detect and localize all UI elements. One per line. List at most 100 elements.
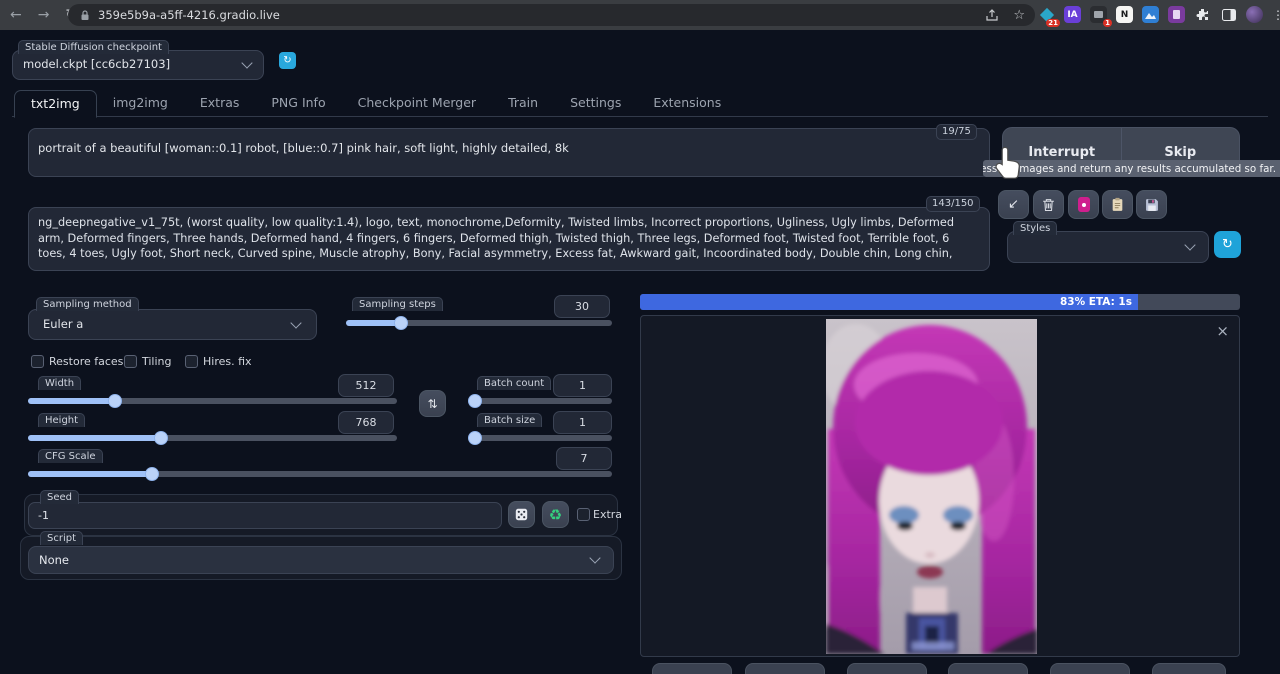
batch-size-slider[interactable] bbox=[468, 435, 612, 441]
extension-capture-icon[interactable]: 1 bbox=[1090, 6, 1107, 23]
dice-icon bbox=[515, 508, 528, 521]
output-gallery: × bbox=[640, 315, 1240, 657]
close-icon[interactable]: × bbox=[1216, 324, 1229, 339]
slider-handle[interactable] bbox=[154, 431, 168, 445]
tab-png-info[interactable]: PNG Info bbox=[255, 90, 341, 118]
cfg-scale-slider[interactable] bbox=[28, 471, 612, 477]
slider-handle[interactable] bbox=[108, 394, 122, 408]
tab-extensions[interactable]: Extensions bbox=[637, 90, 737, 118]
width-slider[interactable] bbox=[28, 398, 397, 404]
arrow-down-left-icon: ↙ bbox=[1008, 197, 1019, 212]
refresh-checkpoint-button[interactable]: ↻ bbox=[279, 52, 296, 69]
tab-extras[interactable]: Extras bbox=[184, 90, 256, 118]
sampling-method-label: Sampling method bbox=[36, 297, 139, 311]
height-input[interactable]: 768 bbox=[338, 411, 394, 434]
swap-dimensions-button[interactable]: ⇅ bbox=[419, 390, 446, 417]
forward-icon[interactable]: → bbox=[38, 7, 50, 23]
extension-ia-icon[interactable]: IA bbox=[1064, 6, 1081, 23]
width-input[interactable]: 512 bbox=[338, 374, 394, 397]
lock-icon bbox=[80, 10, 90, 21]
tab-train[interactable]: Train bbox=[492, 90, 554, 118]
tiling-checkbox[interactable] bbox=[124, 355, 137, 368]
width-label: Width bbox=[38, 376, 81, 390]
extension-notion-icon[interactable]: N bbox=[1116, 6, 1133, 23]
clipboard-icon bbox=[1111, 197, 1124, 212]
save-button[interactable] bbox=[652, 663, 732, 674]
extension-onenote-icon[interactable] bbox=[1168, 6, 1185, 23]
cfg-scale-label: CFG Scale bbox=[38, 449, 103, 463]
extensions-puzzle-icon[interactable] bbox=[1194, 6, 1211, 23]
clear-prompt-button[interactable] bbox=[1033, 190, 1064, 219]
browser-menu-icon[interactable]: ⋮ bbox=[1272, 8, 1280, 22]
progress-text: 83% ETA: 1s bbox=[1060, 296, 1132, 308]
app-window: ← → ↻ 359e5b9a-a5ff-4216.gradio.live ☆ 2… bbox=[0, 0, 1280, 674]
sampling-steps-slider[interactable] bbox=[346, 320, 612, 326]
save-grid-button[interactable] bbox=[745, 663, 825, 674]
seed-value: -1 bbox=[38, 509, 49, 522]
slider-handle[interactable] bbox=[145, 467, 159, 481]
back-icon[interactable]: ← bbox=[10, 7, 22, 23]
tab-bar: txt2img img2img Extras PNG Info Checkpoi… bbox=[14, 90, 737, 118]
batch-count-input[interactable]: 1 bbox=[553, 374, 612, 397]
batch-count-label: Batch count bbox=[477, 376, 551, 390]
share-icon[interactable] bbox=[985, 9, 999, 22]
prompt-textarea[interactable]: portrait of a beautiful [woman::0.1] rob… bbox=[28, 128, 990, 177]
tiling-label: Tiling bbox=[142, 355, 172, 368]
address-bar[interactable]: 359e5b9a-a5ff-4216.gradio.live ☆ bbox=[68, 4, 1035, 26]
tab-img2img[interactable]: img2img bbox=[97, 90, 184, 118]
extra-seed-label: Extra bbox=[593, 508, 622, 521]
random-seed-button[interactable] bbox=[508, 501, 535, 528]
bookmark-star-icon[interactable]: ☆ bbox=[1013, 8, 1025, 23]
restore-faces-label: Restore faces bbox=[49, 355, 123, 368]
progress-bar: 83% ETA: 1s bbox=[640, 294, 1240, 310]
batch-count-slider[interactable] bbox=[468, 398, 612, 404]
send-to-inpaint-button[interactable] bbox=[948, 663, 1028, 674]
extra-seed-checkbox[interactable] bbox=[577, 508, 590, 521]
sampling-steps-input[interactable]: 30 bbox=[554, 295, 610, 318]
sampling-steps-label: Sampling steps bbox=[352, 297, 443, 311]
generated-image[interactable] bbox=[826, 319, 1037, 654]
height-slider[interactable] bbox=[28, 435, 397, 441]
send-to-extras-button[interactable] bbox=[1050, 663, 1130, 674]
slider-handle[interactable] bbox=[468, 431, 482, 445]
restore-faces-checkbox[interactable] bbox=[31, 355, 44, 368]
prompt-text: portrait of a beautiful [woman::0.1] rob… bbox=[38, 141, 980, 155]
url-text: 359e5b9a-a5ff-4216.gradio.live bbox=[98, 8, 280, 22]
extension-translate-icon[interactable]: 21 bbox=[1038, 6, 1055, 23]
reuse-seed-button[interactable]: ♻ bbox=[542, 501, 569, 528]
batch-size-input[interactable]: 1 bbox=[553, 411, 612, 434]
negative-token-counter: 143/150 bbox=[926, 196, 980, 212]
extension-badge: 21 bbox=[1046, 19, 1060, 27]
tab-checkpoint-merger[interactable]: Checkpoint Merger bbox=[342, 90, 492, 118]
save-style-button[interactable] bbox=[1136, 190, 1167, 219]
sampling-method-dropdown[interactable]: Euler a bbox=[28, 309, 317, 340]
negative-prompt-textarea[interactable]: ng_deepnegative_v1_75t, (worst quality, … bbox=[28, 207, 990, 271]
hires-fix-checkbox[interactable] bbox=[185, 355, 198, 368]
profile-avatar[interactable] bbox=[1246, 6, 1263, 23]
read-generation-params-button[interactable]: ↙ bbox=[998, 190, 1029, 219]
browser-toolbar: ← → ↻ 359e5b9a-a5ff-4216.gradio.live ☆ 2… bbox=[0, 0, 1280, 30]
recycle-icon: ♻ bbox=[549, 506, 562, 524]
open-folder-button[interactable] bbox=[1152, 663, 1226, 674]
styles-dropdown[interactable] bbox=[1007, 231, 1209, 263]
cfg-scale-input[interactable]: 7 bbox=[556, 447, 612, 470]
apply-styles-button[interactable] bbox=[1102, 190, 1133, 219]
script-value: None bbox=[39, 553, 69, 567]
side-panel-icon[interactable] bbox=[1220, 6, 1237, 23]
extension-image-icon[interactable] bbox=[1142, 6, 1159, 23]
slider-handle[interactable] bbox=[468, 394, 482, 408]
script-dropdown[interactable]: None bbox=[28, 546, 614, 574]
tab-txt2img[interactable]: txt2img bbox=[14, 90, 97, 118]
chevron-down-icon bbox=[1184, 239, 1195, 250]
extra-networks-button[interactable] bbox=[1068, 190, 1099, 219]
refresh-styles-button[interactable]: ↻ bbox=[1214, 231, 1241, 258]
batch-size-label: Batch size bbox=[477, 413, 542, 427]
seed-input[interactable]: -1 bbox=[28, 502, 502, 529]
chevron-down-icon bbox=[241, 57, 252, 68]
tab-settings[interactable]: Settings bbox=[554, 90, 637, 118]
negative-prompt-text: ng_deepnegative_v1_75t, (worst quality, … bbox=[38, 215, 980, 263]
trash-icon bbox=[1042, 198, 1055, 212]
send-to-img2img-button[interactable] bbox=[847, 663, 927, 674]
checkpoint-dropdown[interactable]: model.ckpt [cc6cb27103] bbox=[12, 50, 264, 80]
slider-handle[interactable] bbox=[394, 316, 408, 330]
